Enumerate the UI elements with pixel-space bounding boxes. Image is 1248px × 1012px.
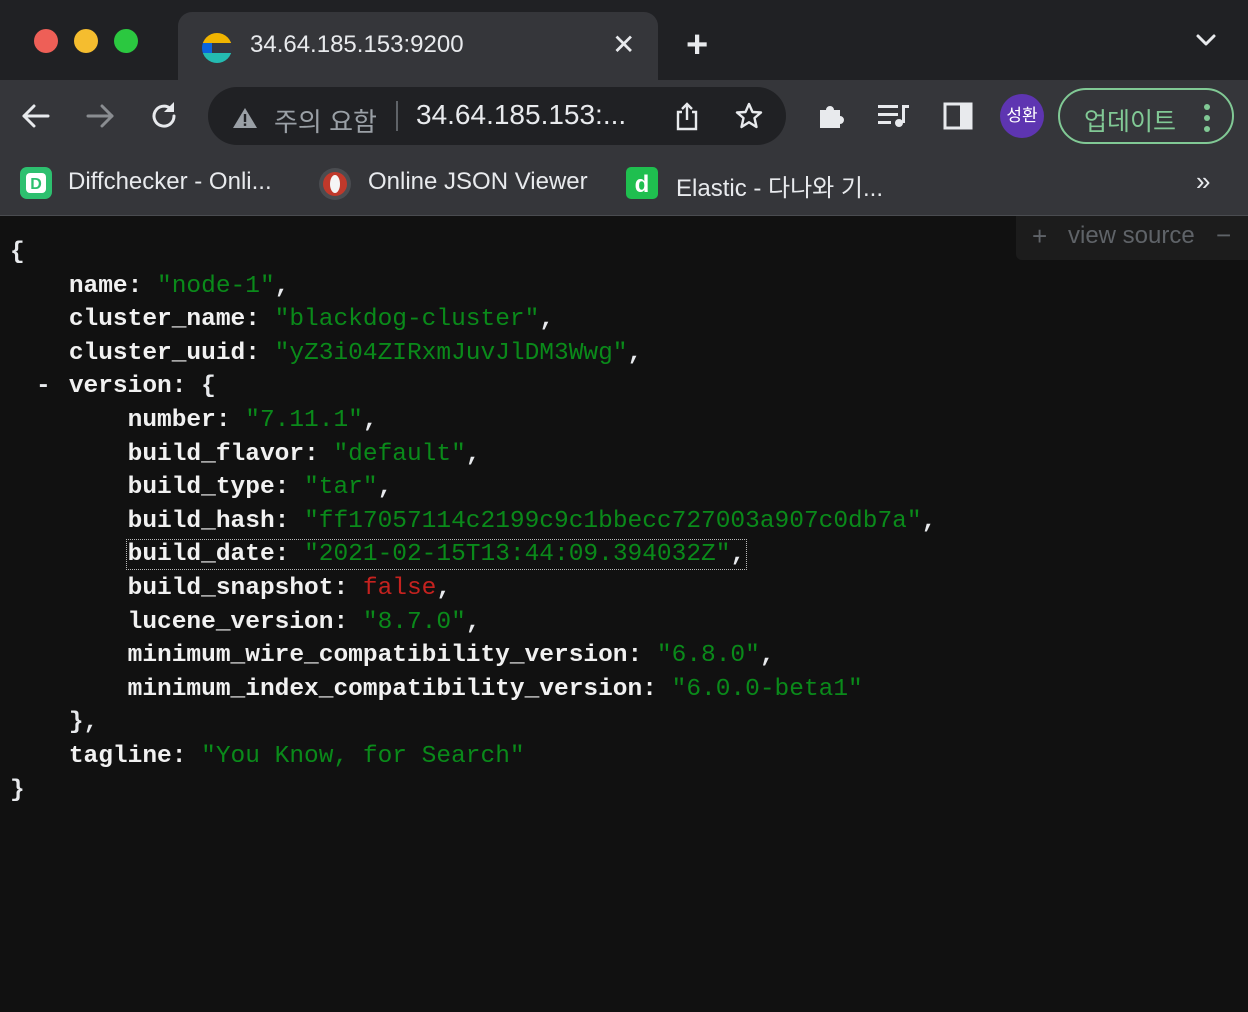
json-entry: lucene_version: "8.7.0", <box>127 608 481 636</box>
json-row-lucene-version: lucene_version: "8.7.0", <box>10 606 936 640</box>
window-zoom-button[interactable] <box>114 29 138 53</box>
json-open-brace: { <box>10 239 25 266</box>
profile-avatar[interactable]: 성환 <box>1000 94 1044 138</box>
json-entry: build_type: "tar", <box>127 474 393 502</box>
json-close-brace: } <box>10 776 25 804</box>
media-queue-icon[interactable] <box>876 102 910 135</box>
omnibox-divider <box>396 101 398 131</box>
json-row-number: number: "7.11.1", <box>10 404 936 438</box>
json-row-build-snapshot: build_snapshot: false, <box>10 572 936 606</box>
warning-icon[interactable] <box>232 106 258 135</box>
active-tab[interactable]: 34.64.185.153:9200 ✕ <box>178 12 658 80</box>
bookmark-label: Online JSON Viewer <box>368 168 588 195</box>
tab-search-chevron-icon[interactable] <box>1192 30 1220 55</box>
json-viewer-page: + view source − { name: "node-1", cluste… <box>0 216 1248 1012</box>
tab-strip: 34.64.185.153:9200 ✕ + <box>0 0 1248 80</box>
bookmarks-overflow-icon[interactable]: » <box>1196 166 1210 197</box>
update-button-label: 업데이트 <box>1084 108 1177 136</box>
address-bar[interactable]: 주의 요함 34.64.185.153:... <box>208 87 786 145</box>
view-source-link[interactable]: view source <box>1068 222 1195 250</box>
bookmark-json-viewer[interactable]: Online JSON Viewer <box>318 165 608 201</box>
json-version-close: }, <box>68 709 99 737</box>
json-row-version: - version: { <box>10 370 936 404</box>
new-tab-button[interactable]: + <box>686 26 708 64</box>
bookmark-label: Elastic - 다나와 기... <box>676 175 884 202</box>
reload-icon[interactable] <box>148 100 180 137</box>
diffchecker-favicon-icon: D <box>20 167 52 199</box>
json-row-minimum-wire-compatibility-version: minimum_wire_compatibility_version: "6.8… <box>10 639 936 673</box>
json-document: { name: "node-1", cluster_name: "blackdo… <box>10 236 936 807</box>
json-row-build-type: build_type: "tar", <box>10 471 936 505</box>
json-entry: minimum_index_compatibility_version: "6.… <box>127 675 863 703</box>
kebab-menu-icon[interactable] <box>1200 102 1214 139</box>
expand-icon[interactable]: + <box>1032 221 1047 252</box>
elastic-favicon-icon <box>202 33 232 63</box>
extensions-puzzle-icon[interactable] <box>814 100 846 137</box>
window-minimize-button[interactable] <box>74 29 98 53</box>
share-icon[interactable] <box>674 101 700 136</box>
json-row-name: name: "node-1", <box>68 272 290 300</box>
json-entry: minimum_wire_compatibility_version: "6.8… <box>127 642 775 670</box>
json-row-tagline: tagline: "You Know, for Search" <box>68 742 525 770</box>
json-row-build-flavor: build_flavor: "default", <box>10 438 936 472</box>
bookmarks-bar: D Diffchecker - Onli... Online JSON View… <box>0 152 1248 216</box>
svg-text:D: D <box>30 176 42 193</box>
back-arrow-icon[interactable] <box>20 100 52 137</box>
toolbar: 주의 요함 34.64.185.153:... 성환 업데이트 <box>0 80 1248 152</box>
svg-text:d: d <box>635 171 650 198</box>
tab-title: 34.64.185.153:9200 <box>250 31 464 58</box>
danawa-favicon-icon: d <box>626 167 658 199</box>
url-text[interactable]: 34.64.185.153:... <box>416 99 626 131</box>
json-entry: number: "7.11.1", <box>127 406 378 434</box>
json-row-cluster-name: cluster_name: "blackdog-cluster", <box>68 306 555 334</box>
collapse-icon[interactable]: − <box>1216 220 1231 251</box>
window-close-button[interactable] <box>34 29 58 53</box>
json-row-build-date: build_date: "2021-02-15T13:44:09.394032Z… <box>10 538 936 572</box>
forward-arrow-icon[interactable] <box>84 100 116 137</box>
bookmark-star-icon[interactable] <box>734 101 764 136</box>
json-entry: build_hash: "ff17057114c2199c9c1bbecc727… <box>127 507 937 535</box>
side-panel-icon[interactable] <box>942 100 974 137</box>
view-source-bar[interactable]: + view source − <box>1016 216 1248 260</box>
update-button[interactable]: 업데이트 <box>1058 88 1234 144</box>
json-row-cluster-uuid: cluster_uuid: "yZ3i04ZIRxmJuvJlDM3Wwg", <box>68 339 643 367</box>
collapse-toggle-icon[interactable]: - <box>36 370 51 404</box>
bookmark-elastic-danawa[interactable]: d Elastic - 다나와 기... <box>626 165 906 202</box>
json-row-build-hash: build_hash: "ff17057114c2199c9c1bbecc727… <box>10 505 937 539</box>
json-viewer-favicon-icon <box>319 168 351 200</box>
bookmark-diffchecker[interactable]: D Diffchecker - Onli... <box>20 165 300 201</box>
json-row-minimum-index-compatibility-version: minimum_index_compatibility_version: "6.… <box>10 673 936 707</box>
json-entry: build_snapshot: false, <box>127 574 452 602</box>
security-warning-label[interactable]: 주의 요함 <box>274 102 377 139</box>
tab-close-icon[interactable]: ✕ <box>612 29 635 61</box>
bookmark-label: Diffchecker - Onli... <box>68 168 272 195</box>
json-entry: build_date: "2021-02-15T13:44:09.394032Z… <box>125 539 748 571</box>
json-entry: build_flavor: "default", <box>127 440 481 468</box>
